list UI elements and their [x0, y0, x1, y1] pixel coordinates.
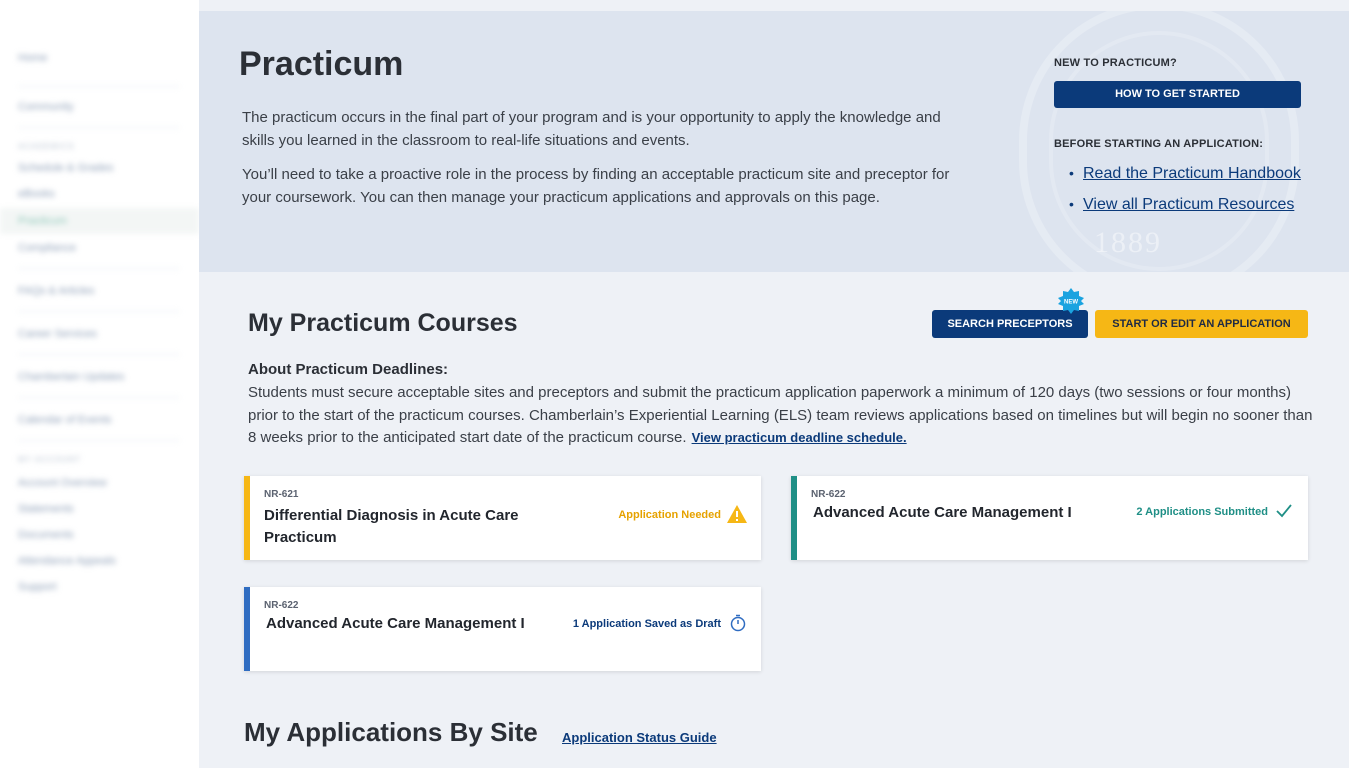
sidebar-item-calendar[interactable]: Calendar of Events [18, 410, 199, 430]
hero-banner: 1889 Practicum The practicum occurs in t… [199, 11, 1349, 272]
bullet-icon: • [1069, 165, 1074, 181]
list-item: • Read the Practicum Handbook [1054, 158, 1334, 189]
check-icon [1276, 504, 1292, 518]
course-title: Advanced Acute Care Management I [813, 504, 1072, 521]
section-title-courses: My Practicum Courses [248, 309, 518, 337]
resources-link[interactable]: View all Practicum Resources [1083, 196, 1294, 213]
status-bar [244, 587, 250, 671]
how-to-get-started-button[interactable]: HOW TO GET STARTED [1054, 81, 1301, 108]
sidebar-item-faqs[interactable]: FAQs & Articles [18, 281, 199, 301]
course-code: NR-621 [264, 489, 299, 500]
bullet-icon: • [1069, 196, 1074, 212]
sidebar-menu: Home Community ACADEMICS Schedule & Grad… [0, 38, 199, 597]
sidebar-item-home[interactable]: Home [18, 48, 199, 68]
status-text: Application Needed [618, 509, 721, 521]
before-application-heading: BEFORE STARTING AN APPLICATION: [1054, 138, 1264, 150]
sidebar-item-support[interactable]: Support [18, 577, 199, 597]
course-title: Differential Diagnosis in Acute Care Pra… [264, 507, 519, 546]
stopwatch-icon [730, 614, 746, 632]
status-text: 2 Applications Submitted [1136, 506, 1268, 518]
intro-paragraph-2: You’ll need to take a proactive role in … [242, 166, 950, 206]
course-code: NR-622 [811, 489, 846, 500]
sidebar-item-ebooks[interactable]: eBooks [18, 184, 199, 204]
sidebar-item-community[interactable]: Community [18, 97, 199, 117]
course-card[interactable]: NR-622 Advanced Acute Care Management I … [791, 476, 1308, 560]
sidebar-item-statements[interactable]: Statements [18, 499, 199, 519]
page-title: Practicum [239, 45, 404, 83]
new-badge-label: NEW [1064, 300, 1078, 306]
sidebar-item-compliance[interactable]: Compliance [18, 238, 199, 258]
sidebar: Home Community ACADEMICS Schedule & Grad… [0, 0, 199, 768]
getting-started-panel: NEW TO PRACTICUM? HOW TO GET STARTED BEF… [1054, 57, 1334, 220]
deadline-text: Students must secure acceptable sites an… [248, 382, 1316, 450]
sidebar-section-academics: ACADEMICS [18, 142, 75, 151]
sidebar-item-practicum[interactable]: Practicum [0, 208, 199, 234]
new-badge-icon: NEW [1058, 288, 1084, 314]
course-card[interactable]: NR-621 Differential Diagnosis in Acute C… [244, 476, 761, 560]
start-edit-application-button[interactable]: START OR EDIT AN APPLICATION [1095, 310, 1308, 338]
course-code: NR-622 [264, 600, 299, 611]
list-item: • View all Practicum Resources [1054, 189, 1334, 220]
watermark-year: 1889 [1094, 226, 1162, 259]
intro-paragraph: The practicum occurs in the final part o… [242, 109, 941, 149]
course-card[interactable]: NR-622 Advanced Acute Care Management I … [244, 587, 761, 671]
sidebar-item-schedule-grades[interactable]: Schedule & Grades [18, 158, 199, 178]
handbook-link[interactable]: Read the Practicum Handbook [1083, 165, 1301, 182]
new-to-practicum-heading: NEW TO PRACTICUM? [1054, 57, 1177, 69]
sidebar-item-career[interactable]: Career Services [18, 324, 199, 344]
resource-list: • Read the Practicum Handbook • View all P… [1054, 158, 1334, 220]
search-preceptors-button[interactable]: SEARCH PRECEPTORS [932, 310, 1088, 338]
sidebar-item-appeals[interactable]: Attendance Appeals [18, 551, 199, 571]
sidebar-section-account: MY ACCOUNT [18, 455, 82, 464]
sidebar-item-updates[interactable]: Chamberlain Updates [18, 367, 199, 387]
status-text: 1 Application Saved as Draft [572, 618, 721, 630]
section-title-applications: My Applications By Site [244, 717, 538, 747]
deadline-heading: About Practicum Deadlines: [248, 361, 449, 378]
warning-icon [727, 505, 747, 523]
course-title: Advanced Acute Care Management I [266, 615, 525, 632]
application-status-guide-link[interactable]: Application Status Guide [562, 730, 717, 745]
sidebar-item-documents[interactable]: Documents [18, 525, 199, 545]
sidebar-item-account-overview[interactable]: Account Overview [18, 473, 199, 493]
status-bar [244, 476, 250, 560]
status-bar [791, 476, 797, 560]
deadline-schedule-link[interactable]: View practicum deadline schedule. [692, 430, 907, 445]
